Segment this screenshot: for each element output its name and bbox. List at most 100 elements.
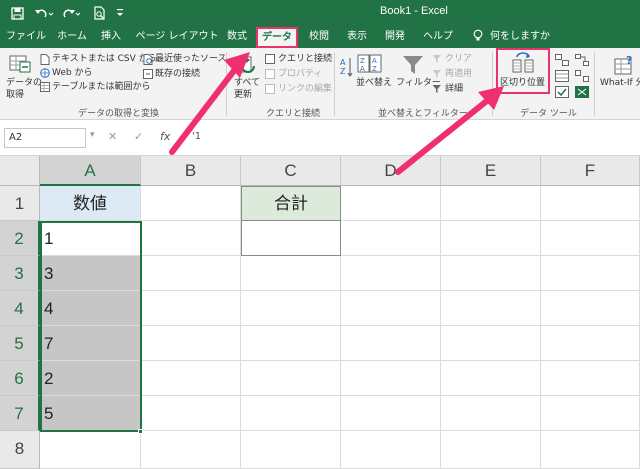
queries-connections-button[interactable]: クエリと接続 xyxy=(278,54,332,65)
cell-a7[interactable]: 5 xyxy=(40,396,141,431)
text-to-columns-icon[interactable] xyxy=(512,52,534,77)
cell-a1[interactable]: 数値 xyxy=(40,186,141,221)
empty-cell[interactable] xyxy=(241,431,341,469)
cell-a4[interactable]: 4 xyxy=(40,291,141,326)
tab-insert[interactable]: 挿入 xyxy=(96,29,126,47)
empty-cell[interactable] xyxy=(341,361,441,396)
what-if-icon[interactable]: ? xyxy=(614,54,636,79)
empty-cell[interactable] xyxy=(541,326,640,361)
sort-button[interactable]: 並べ替え xyxy=(356,78,392,89)
empty-cell[interactable] xyxy=(541,221,640,256)
data-model-icon[interactable] xyxy=(575,86,589,101)
row-header-1[interactable]: 1 xyxy=(0,186,40,221)
name-box-dropdown-icon[interactable]: ▾ xyxy=(90,130,95,140)
cell-a5[interactable]: 7 xyxy=(40,326,141,361)
empty-cell[interactable] xyxy=(541,361,640,396)
column-header-c[interactable]: C xyxy=(241,156,341,186)
cell-c1[interactable]: 合計 xyxy=(241,186,341,221)
column-header-f[interactable]: F xyxy=(541,156,640,186)
tab-view[interactable]: 表示 xyxy=(342,29,372,47)
recent-sources-button[interactable]: 最近使ったソース xyxy=(155,54,227,65)
sort-az-icon[interactable]: AZ xyxy=(340,56,354,87)
sort-icon[interactable]: ZAAZ xyxy=(357,54,383,77)
fill-handle[interactable] xyxy=(138,429,143,434)
cell-a2[interactable]: 1 xyxy=(40,221,141,256)
empty-cell[interactable] xyxy=(141,221,241,256)
empty-cell[interactable] xyxy=(341,326,441,361)
tab-page-layout[interactable]: ページ レイアウト xyxy=(134,29,220,47)
data-validation-icon[interactable] xyxy=(555,86,569,101)
what-if-button[interactable]: What-If 分 xyxy=(600,78,640,89)
reapply-button[interactable]: 再適用 xyxy=(445,69,472,80)
undo-icon[interactable] xyxy=(32,4,56,22)
empty-cell[interactable] xyxy=(341,186,441,221)
get-data-icon[interactable] xyxy=(8,52,32,77)
empty-cell[interactable] xyxy=(241,396,341,431)
tell-me-search[interactable]: 何をしますか xyxy=(490,29,560,47)
empty-cell[interactable] xyxy=(141,431,241,469)
empty-cell[interactable] xyxy=(141,326,241,361)
from-text-csv-button[interactable]: テキストまたは CSV から xyxy=(52,54,157,65)
get-data-button-line2[interactable]: 取得 xyxy=(6,90,24,101)
flash-fill-icon[interactable] xyxy=(555,54,569,69)
cell-a3[interactable]: 3 xyxy=(40,256,141,291)
save-icon[interactable] xyxy=(8,4,26,22)
column-header-b[interactable]: B xyxy=(141,156,241,186)
from-table-range-button[interactable]: テーブルまたは範囲から xyxy=(52,82,150,93)
advanced-button[interactable]: 詳細 xyxy=(445,84,463,95)
existing-connections-button[interactable]: 既存の接続 xyxy=(155,69,200,80)
cell-a6[interactable]: 2 xyxy=(40,361,141,396)
empty-cell[interactable] xyxy=(141,361,241,396)
empty-cell[interactable] xyxy=(341,221,441,256)
empty-cell[interactable] xyxy=(541,186,640,221)
refresh-all-line1[interactable]: すべて xyxy=(234,78,260,89)
empty-cell[interactable] xyxy=(541,291,640,326)
tab-data[interactable]: データ xyxy=(256,27,298,48)
tab-file[interactable]: ファイル xyxy=(4,29,48,47)
relationships-icon[interactable] xyxy=(575,70,589,85)
empty-cell[interactable] xyxy=(341,396,441,431)
tab-home[interactable]: ホーム xyxy=(52,29,92,47)
column-header-a[interactable]: A xyxy=(40,156,141,186)
row-header-2[interactable]: 2 xyxy=(0,221,40,256)
empty-cell[interactable] xyxy=(241,256,341,291)
row-header-7[interactable]: 7 xyxy=(0,396,40,431)
properties-button[interactable]: プロパティ xyxy=(278,69,322,80)
empty-cell[interactable] xyxy=(441,291,541,326)
from-web-button[interactable]: Web から xyxy=(52,68,92,79)
row-header-5[interactable]: 5 xyxy=(0,326,40,361)
refresh-all-icon[interactable] xyxy=(234,54,258,79)
name-box[interactable]: A2 xyxy=(4,128,86,148)
empty-cell[interactable] xyxy=(141,396,241,431)
clear-button[interactable]: クリア xyxy=(445,54,472,65)
text-to-columns-button[interactable]: 区切り位置 xyxy=(500,78,545,89)
empty-cell[interactable] xyxy=(441,256,541,291)
lightbulb-icon[interactable] xyxy=(472,29,484,47)
column-header-d[interactable]: D xyxy=(341,156,441,186)
empty-cell[interactable] xyxy=(241,361,341,396)
empty-cell[interactable] xyxy=(441,361,541,396)
tab-review[interactable]: 校閲 xyxy=(304,29,334,47)
customize-arrow-icon[interactable] xyxy=(114,4,126,22)
select-all-corner[interactable] xyxy=(0,156,40,186)
empty-cell[interactable] xyxy=(441,431,541,469)
filter-funnel-icon[interactable] xyxy=(402,54,424,79)
print-preview-icon[interactable] xyxy=(90,4,108,22)
empty-cell[interactable] xyxy=(341,256,441,291)
empty-cell[interactable] xyxy=(341,431,441,469)
empty-cell[interactable] xyxy=(141,186,241,221)
row-header-4[interactable]: 4 xyxy=(0,291,40,326)
empty-cell[interactable] xyxy=(541,256,640,291)
remove-duplicates-icon[interactable] xyxy=(555,70,569,85)
refresh-all-line2[interactable]: 更新 xyxy=(234,90,252,101)
tab-developer[interactable]: 開発 xyxy=(380,29,410,47)
empty-cell[interactable] xyxy=(141,256,241,291)
cancel-icon[interactable]: ✕ xyxy=(108,130,117,143)
row-header-3[interactable]: 3 xyxy=(0,256,40,291)
consolidate-icon[interactable] xyxy=(575,54,589,69)
column-header-e[interactable]: E xyxy=(441,156,541,186)
empty-cell[interactable] xyxy=(341,291,441,326)
cell-c2[interactable] xyxy=(241,220,341,256)
formula-input[interactable]: '1 xyxy=(192,131,201,142)
empty-cell[interactable] xyxy=(141,291,241,326)
